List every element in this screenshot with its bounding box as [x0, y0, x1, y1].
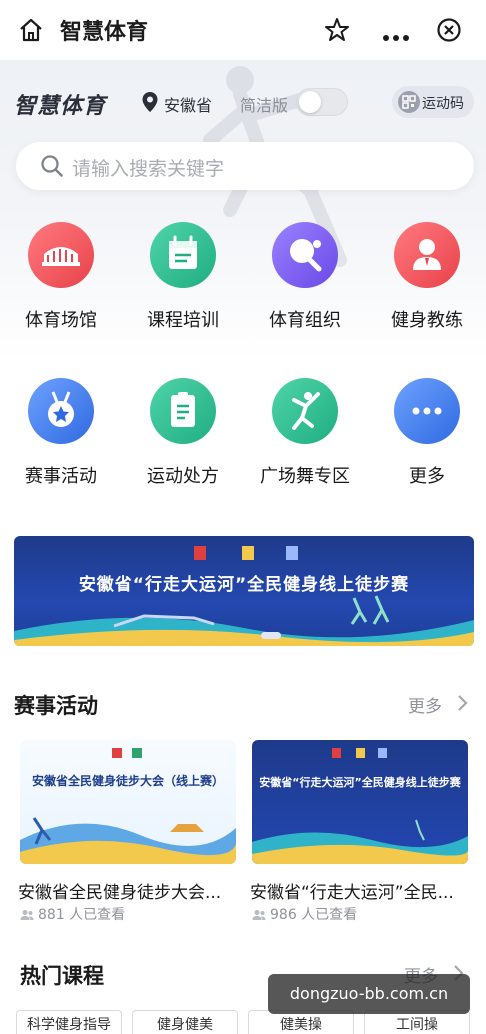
location-pin-icon[interactable] [141, 91, 159, 117]
medal-icon [28, 378, 94, 444]
toggle-knob [299, 91, 321, 113]
sport-code-button[interactable]: 运动码 [392, 86, 474, 118]
more-dots-icon [394, 378, 460, 444]
event-thumb-art [252, 748, 468, 864]
event-thumb-title: 安徽省全民健身徒步大会（线上赛） [31, 774, 224, 788]
home-icon[interactable] [18, 17, 44, 47]
simple-mode-toggle[interactable] [296, 88, 348, 116]
grid-item-exercise-prescription[interactable]: 运动处方 [128, 378, 238, 518]
banner-title: 安徽省“行走大运河”全民健身线上徒步赛 [78, 575, 410, 595]
grid-label: 体育组织 [269, 310, 341, 331]
stadium-icon [28, 222, 94, 288]
dancer-icon [272, 378, 338, 444]
event-thumb-title: 安徽省“行走大运河”全民健身线上徒步赛 [259, 776, 461, 789]
course-chip[interactable]: 科学健身指导 [16, 1010, 122, 1034]
event-thumbnail: 安徽省全民健身徒步大会（线上赛） [20, 740, 236, 864]
grid-label: 广场舞专区 [260, 466, 350, 487]
promo-banner[interactable]: 安徽省“行走大运河”全民健身线上徒步赛 [14, 536, 474, 646]
course-chip[interactable]: 健身健美 [132, 1010, 238, 1034]
grid-label: 运动处方 [147, 466, 219, 487]
star-icon[interactable] [324, 17, 350, 47]
search-icon [40, 154, 64, 182]
grid-item-stadium[interactable]: 体育场馆 [6, 222, 116, 362]
grid-item-more[interactable]: 更多 [372, 378, 482, 518]
coach-icon [394, 222, 460, 288]
chevron-right-icon[interactable] [456, 694, 468, 716]
simple-mode-label: 简洁版 [240, 96, 289, 115]
carousel-indicator[interactable] [261, 632, 281, 639]
events-section-title: 赛事活动 [14, 694, 98, 718]
grid-item-events[interactable]: 赛事活动 [6, 378, 116, 518]
event-title: 安徽省“行走大运河”全民... [250, 883, 454, 903]
event-thumb-art [20, 748, 236, 864]
grid-item-sports-org[interactable]: 体育组织 [250, 222, 360, 362]
search-bar[interactable]: 请输入搜索关键字 [16, 142, 474, 190]
grid-label: 更多 [409, 466, 445, 487]
grid-label: 健身教练 [391, 310, 463, 331]
viewers-icon [20, 906, 34, 920]
search-placeholder: 请输入搜索关键字 [72, 158, 225, 180]
grid-item-course-training[interactable]: 课程培训 [128, 222, 238, 362]
watermark: dongzuo-bb.com.cn [268, 974, 470, 1014]
courses-section-title: 热门课程 [20, 964, 104, 988]
event-view-count: 986 人已查看 [270, 907, 358, 923]
province-selector[interactable]: 安徽省 [164, 92, 212, 116]
events-more-link[interactable]: 更多 [408, 692, 442, 717]
close-icon[interactable] [436, 17, 462, 47]
top-bar: 智慧体育 [0, 0, 486, 60]
sport-code-label: 运动码 [422, 96, 464, 112]
brand-logo-text: 智慧体育 [14, 94, 107, 119]
app-title: 智慧体育 [60, 20, 149, 45]
grid-item-fitness-coach[interactable]: 健身教练 [372, 222, 482, 362]
grid-label: 赛事活动 [25, 466, 97, 487]
grid-item-square-dance[interactable]: 广场舞专区 [250, 378, 360, 518]
event-title: 安徽省全民健身徒步大会... [18, 883, 222, 903]
event-thumbnail: 安徽省“行走大运河”全民健身线上徒步赛 [252, 740, 468, 864]
ping-pong-icon [272, 222, 338, 288]
calendar-icon [150, 222, 216, 288]
qr-code-icon [398, 91, 420, 117]
prescription-icon [150, 378, 216, 444]
grid-label: 体育场馆 [25, 310, 97, 331]
more-menu-icon[interactable] [382, 27, 410, 46]
grid-label: 课程培训 [147, 310, 219, 331]
event-view-count: 881 人已查看 [38, 907, 126, 923]
viewers-icon [252, 906, 266, 920]
